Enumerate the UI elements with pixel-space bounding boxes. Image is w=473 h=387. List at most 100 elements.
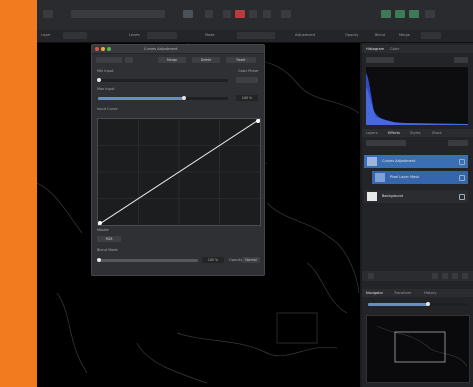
document-selector[interactable] bbox=[71, 10, 165, 18]
layer-visibility-checkbox[interactable] bbox=[459, 159, 465, 165]
color-picker-label: Color Picker bbox=[238, 69, 259, 73]
ctx-field-3[interactable] bbox=[237, 32, 275, 39]
layer-row[interactable]: Background bbox=[364, 190, 468, 203]
tab-effects[interactable]: Effects bbox=[388, 131, 400, 135]
mask-icon[interactable] bbox=[432, 273, 438, 279]
min-input-label: Min Input bbox=[97, 69, 114, 73]
tab-layers[interactable]: Layers bbox=[366, 131, 378, 135]
navigator-viewport bbox=[394, 331, 446, 363]
delete-layer-icon[interactable] bbox=[462, 273, 468, 279]
blend-mode-label: Blend Mode bbox=[97, 248, 118, 252]
adjustment-icon[interactable] bbox=[442, 273, 448, 279]
navigator-thumbnail bbox=[376, 325, 468, 367]
max-input-knob[interactable] bbox=[182, 96, 186, 100]
opacity-value[interactable]: 100 % bbox=[202, 257, 224, 263]
tab-color[interactable]: Color bbox=[390, 47, 399, 51]
tab-delete[interactable]: Delete bbox=[192, 57, 220, 63]
opacity-slider[interactable] bbox=[97, 258, 198, 262]
histogram-graph bbox=[366, 73, 468, 125]
layer-visibility-checkbox[interactable] bbox=[459, 175, 465, 181]
navigator-zoom-knob[interactable] bbox=[426, 302, 430, 306]
tab-transform[interactable]: Transform bbox=[394, 291, 411, 295]
tab-navigator[interactable]: Navigator bbox=[366, 291, 383, 295]
ctx-label-levels: Levels bbox=[129, 33, 141, 37]
tab-histogram[interactable]: Histogram bbox=[366, 47, 384, 51]
navigator-zoom-fill bbox=[368, 303, 428, 306]
record-icon[interactable] bbox=[235, 10, 245, 18]
layer-thumbnail bbox=[367, 157, 377, 166]
max-input-label: Max Input bbox=[97, 87, 115, 91]
blend-mode-dropdown[interactable]: Normal bbox=[242, 257, 260, 263]
curve-start-point bbox=[98, 221, 102, 225]
assistant-icon[interactable] bbox=[263, 10, 271, 18]
ctx-field-1[interactable] bbox=[63, 32, 87, 39]
opacity-fill bbox=[98, 259, 198, 262]
layer-row[interactable]: Curves Adjustment bbox=[364, 155, 468, 168]
min-input-knob[interactable] bbox=[97, 78, 101, 82]
color-picker-button[interactable] bbox=[236, 77, 258, 83]
minimize-icon[interactable] bbox=[101, 47, 105, 51]
layer-visibility-checkbox[interactable] bbox=[459, 194, 465, 200]
main-toolbar bbox=[37, 0, 473, 31]
add-layer-icon[interactable] bbox=[368, 273, 374, 279]
ctx-label-opacity: Opacity bbox=[345, 33, 359, 37]
max-input-value[interactable]: 100 % bbox=[236, 95, 258, 101]
curve-editor[interactable] bbox=[97, 118, 261, 226]
photo-editor-window: Layer Levels Mode Adjustment Opacity Ble… bbox=[37, 0, 473, 387]
layer-blend-select[interactable] bbox=[366, 140, 406, 146]
grid-icon[interactable] bbox=[205, 10, 213, 18]
ctx-label-merge: Merge bbox=[399, 33, 410, 37]
navigator-zoom-slider[interactable] bbox=[368, 302, 468, 306]
layer-thumbnail bbox=[367, 192, 377, 201]
tab-reset[interactable]: Reset bbox=[226, 57, 256, 63]
max-input-fill bbox=[98, 97, 183, 100]
curve-graph[interactable] bbox=[98, 119, 260, 225]
ctx-field-2[interactable] bbox=[147, 32, 177, 39]
transform-icon[interactable] bbox=[381, 10, 391, 18]
histogram-channel-select[interactable] bbox=[366, 57, 394, 63]
close-icon[interactable] bbox=[95, 47, 99, 51]
navigator-panel-header: Navigator Transform History bbox=[362, 289, 473, 297]
min-input-slider[interactable] bbox=[97, 78, 228, 82]
dialog-title-bar: Curves Adjustment bbox=[92, 45, 264, 54]
ctx-field-4[interactable] bbox=[421, 32, 441, 39]
layer-row[interactable]: Pixel Layer Mask bbox=[372, 171, 468, 184]
navigator-preview[interactable] bbox=[366, 315, 470, 383]
snap-icon[interactable] bbox=[223, 10, 231, 18]
opacity-label: Opacity bbox=[229, 258, 243, 262]
max-input-slider[interactable] bbox=[98, 96, 228, 100]
channel-dropdown[interactable]: RGB bbox=[97, 236, 121, 242]
view-icon[interactable] bbox=[183, 10, 193, 18]
fx-icon[interactable] bbox=[452, 273, 458, 279]
layer-opacity-field[interactable] bbox=[448, 140, 468, 146]
layers-panel-header: Layers Effects Styles Stock bbox=[362, 129, 473, 137]
histogram-options-icon[interactable] bbox=[454, 57, 468, 63]
opacity-knob[interactable] bbox=[97, 258, 101, 262]
preset-menu-icon[interactable] bbox=[125, 57, 133, 63]
move-icon[interactable] bbox=[395, 10, 405, 18]
context-toolbar: Layer Levels Mode Adjustment Opacity Ble… bbox=[37, 30, 473, 43]
ctx-label-mode: Mode bbox=[205, 33, 215, 37]
tab-styles[interactable]: Styles bbox=[410, 131, 421, 135]
ctx-label-adjustment: Adjustment bbox=[295, 33, 316, 37]
layer-thumbnail bbox=[375, 173, 385, 182]
preset-dropdown[interactable] bbox=[96, 57, 122, 63]
curve-end-point bbox=[256, 119, 260, 123]
share-icon[interactable] bbox=[425, 10, 435, 18]
align-icon[interactable] bbox=[281, 10, 291, 18]
input-curve-label: Input Curve bbox=[97, 107, 118, 111]
zoom-icon[interactable] bbox=[107, 47, 111, 51]
tab-stock[interactable]: Stock bbox=[432, 131, 442, 135]
tab-history[interactable]: History bbox=[424, 291, 436, 295]
histogram-panel-header: Histogram Color bbox=[362, 45, 473, 53]
ctx-label-layer: Layer bbox=[41, 33, 51, 37]
rotate-icon[interactable] bbox=[409, 10, 419, 18]
channel-label: Master bbox=[97, 228, 109, 232]
right-studio-panel: Histogram Color Layers Effects Styles St… bbox=[362, 43, 473, 387]
layer-name: Curves Adjustment bbox=[382, 159, 416, 163]
app-screen: Layer Levels Mode Adjustment Opacity Ble… bbox=[0, 0, 473, 387]
tab-merge[interactable]: Merge bbox=[158, 57, 186, 63]
app-icon[interactable] bbox=[43, 10, 53, 18]
persona-icon[interactable] bbox=[249, 10, 257, 18]
ctx-label-blend: Blend bbox=[375, 33, 385, 37]
